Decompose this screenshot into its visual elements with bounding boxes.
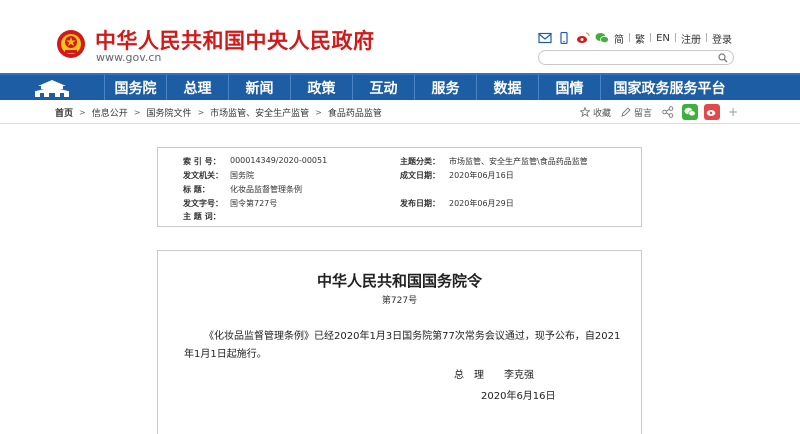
comment-button[interactable]: 留言: [621, 106, 652, 119]
document-body: 中华人民共和国国务院令 第727号 《化妆品监督管理条例》已经2020年1月3日…: [157, 250, 642, 434]
tiananmen-icon: [35, 79, 69, 97]
top-links: 简 | 繁 | EN | 注册 | 登录: [538, 30, 732, 46]
wechat-icon[interactable]: [595, 32, 609, 44]
document-paragraph: 《化妆品监督管理条例》已经2020年1月3日国务院第77次常务会议通过，现予公布…: [184, 331, 621, 360]
national-emblem-icon[interactable]: [56, 28, 86, 60]
chevron-right-icon: >: [79, 108, 86, 117]
title-label: 标 题：: [183, 185, 210, 194]
link-login[interactable]: 登录: [712, 31, 732, 46]
keywords-label: 主 题 词：: [183, 212, 221, 221]
issuer-value: 国务院: [230, 171, 254, 180]
wechat-icon: [684, 107, 696, 117]
share-icon[interactable]: [662, 106, 674, 118]
created-date-value: 2020年06月16日: [449, 171, 514, 180]
doc-number-value: 国令第727号: [230, 199, 278, 208]
title-value: 化妆品监督管理条例: [230, 185, 302, 194]
nav-home[interactable]: [0, 75, 104, 100]
info-row: 索 引 号： 000014349/2020-00051 主题分类： 市场监管、安…: [158, 156, 643, 170]
nav-item-services[interactable]: 服务: [414, 75, 476, 100]
created-date-label: 成文日期：: [400, 171, 440, 180]
breadcrumb: 首页 > 信息公开 > 国务院文件 > 市场监管、安全生产监管 > 食品药品监管: [55, 106, 382, 119]
link-traditional[interactable]: 繁: [635, 31, 645, 46]
index-label: 索 引 号：: [183, 157, 221, 166]
issuer-label: 发文机关：: [183, 171, 223, 180]
edit-icon: [621, 107, 631, 117]
comment-label: 留言: [634, 108, 653, 119]
nav-items: 国务院 总理 新闻 政策 互动 服务 数据 国情 国家政务服务平台: [104, 75, 738, 100]
breadcrumb-info-disclosure[interactable]: 信息公开: [92, 106, 128, 119]
star-icon: [580, 107, 590, 117]
favorite-label: 收藏: [593, 108, 612, 119]
chevron-right-icon: >: [133, 108, 141, 117]
published-date-value: 2020年06月29日: [449, 199, 514, 208]
link-register[interactable]: 注册: [681, 31, 701, 46]
weibo-icon[interactable]: [576, 32, 590, 44]
more-share-button[interactable]: +: [728, 105, 738, 119]
document-info-table: 索 引 号： 000014349/2020-00051 主题分类： 市场监管、安…: [157, 147, 642, 227]
nav-item-service-platform[interactable]: 国家政务服务平台: [600, 75, 738, 100]
info-row: 标 题： 化妆品监督管理条例: [158, 184, 643, 198]
share-wechat-button[interactable]: [682, 104, 699, 120]
chevron-right-icon: >: [197, 108, 205, 117]
doc-number-label: 发文字号：: [183, 199, 223, 208]
separator: |: [673, 33, 677, 43]
site-url: www.gov.cn: [96, 51, 162, 64]
breadcrumb-home[interactable]: 首页: [55, 106, 73, 119]
site-header: 中华人民共和国中央人民政府 www.gov.cn 简 | 繁 | EN | 注册…: [0, 0, 800, 73]
favorite-button[interactable]: 收藏: [580, 106, 611, 119]
mail-icon[interactable]: [538, 32, 552, 44]
nav-item-state-council[interactable]: 国务院: [104, 75, 166, 100]
link-simplified[interactable]: 简: [614, 31, 624, 46]
category-label: 主题分类：: [400, 157, 440, 166]
search-icon[interactable]: [718, 53, 728, 63]
info-row: 发文字号： 国令第727号 发布日期： 2020年06月29日: [158, 198, 643, 212]
document-number: 第727号: [381, 296, 418, 306]
separator: |: [704, 33, 708, 43]
breadcrumb-bar: 首页 > 信息公开 > 国务院文件 > 市场监管、安全生产监管 > 食品药品监管…: [0, 100, 800, 124]
document-signature: 总 理 李克强: [454, 370, 534, 381]
nav-item-premier[interactable]: 总理: [166, 75, 228, 100]
nav-item-policy[interactable]: 政策: [290, 75, 352, 100]
page-tools: 收藏 留言 +: [580, 103, 738, 121]
chevron-right-icon: >: [315, 108, 322, 117]
document-title: 中华人民共和国国务院令: [316, 272, 482, 290]
info-row: 发文机关： 国务院 成文日期： 2020年06月16日: [158, 170, 643, 184]
weibo-icon: [706, 110, 716, 116]
document-date: 2020年6月16日: [481, 391, 556, 402]
mobile-icon[interactable]: [557, 32, 571, 44]
nav-item-interaction[interactable]: 互动: [352, 75, 414, 100]
separator: |: [628, 33, 632, 43]
share-weibo-button[interactable]: [704, 104, 721, 120]
category-value: 市场监管、安全生产监管\食品药品监管: [449, 157, 588, 166]
nav-item-national-info[interactable]: 国情: [538, 75, 600, 100]
breadcrumb-market-regulation[interactable]: 市场监管、安全生产监管: [210, 106, 309, 119]
breadcrumb-state-council-docs[interactable]: 国务院文件: [146, 106, 191, 119]
index-value: 000014349/2020-00051: [230, 156, 328, 165]
nav-item-news[interactable]: 新闻: [228, 75, 290, 100]
search-input[interactable]: [547, 52, 712, 63]
published-date-label: 发布日期：: [400, 199, 440, 208]
link-english[interactable]: EN: [656, 33, 670, 44]
search-box: [538, 50, 734, 65]
breadcrumb-food-drug[interactable]: 食品药品监管: [328, 106, 382, 119]
separator: |: [649, 33, 653, 43]
main-nav: 国务院 总理 新闻 政策 互动 服务 数据 国情 国家政务服务平台: [0, 73, 800, 100]
info-row: 主 题 词：: [158, 211, 643, 225]
nav-item-data[interactable]: 数据: [476, 75, 538, 100]
